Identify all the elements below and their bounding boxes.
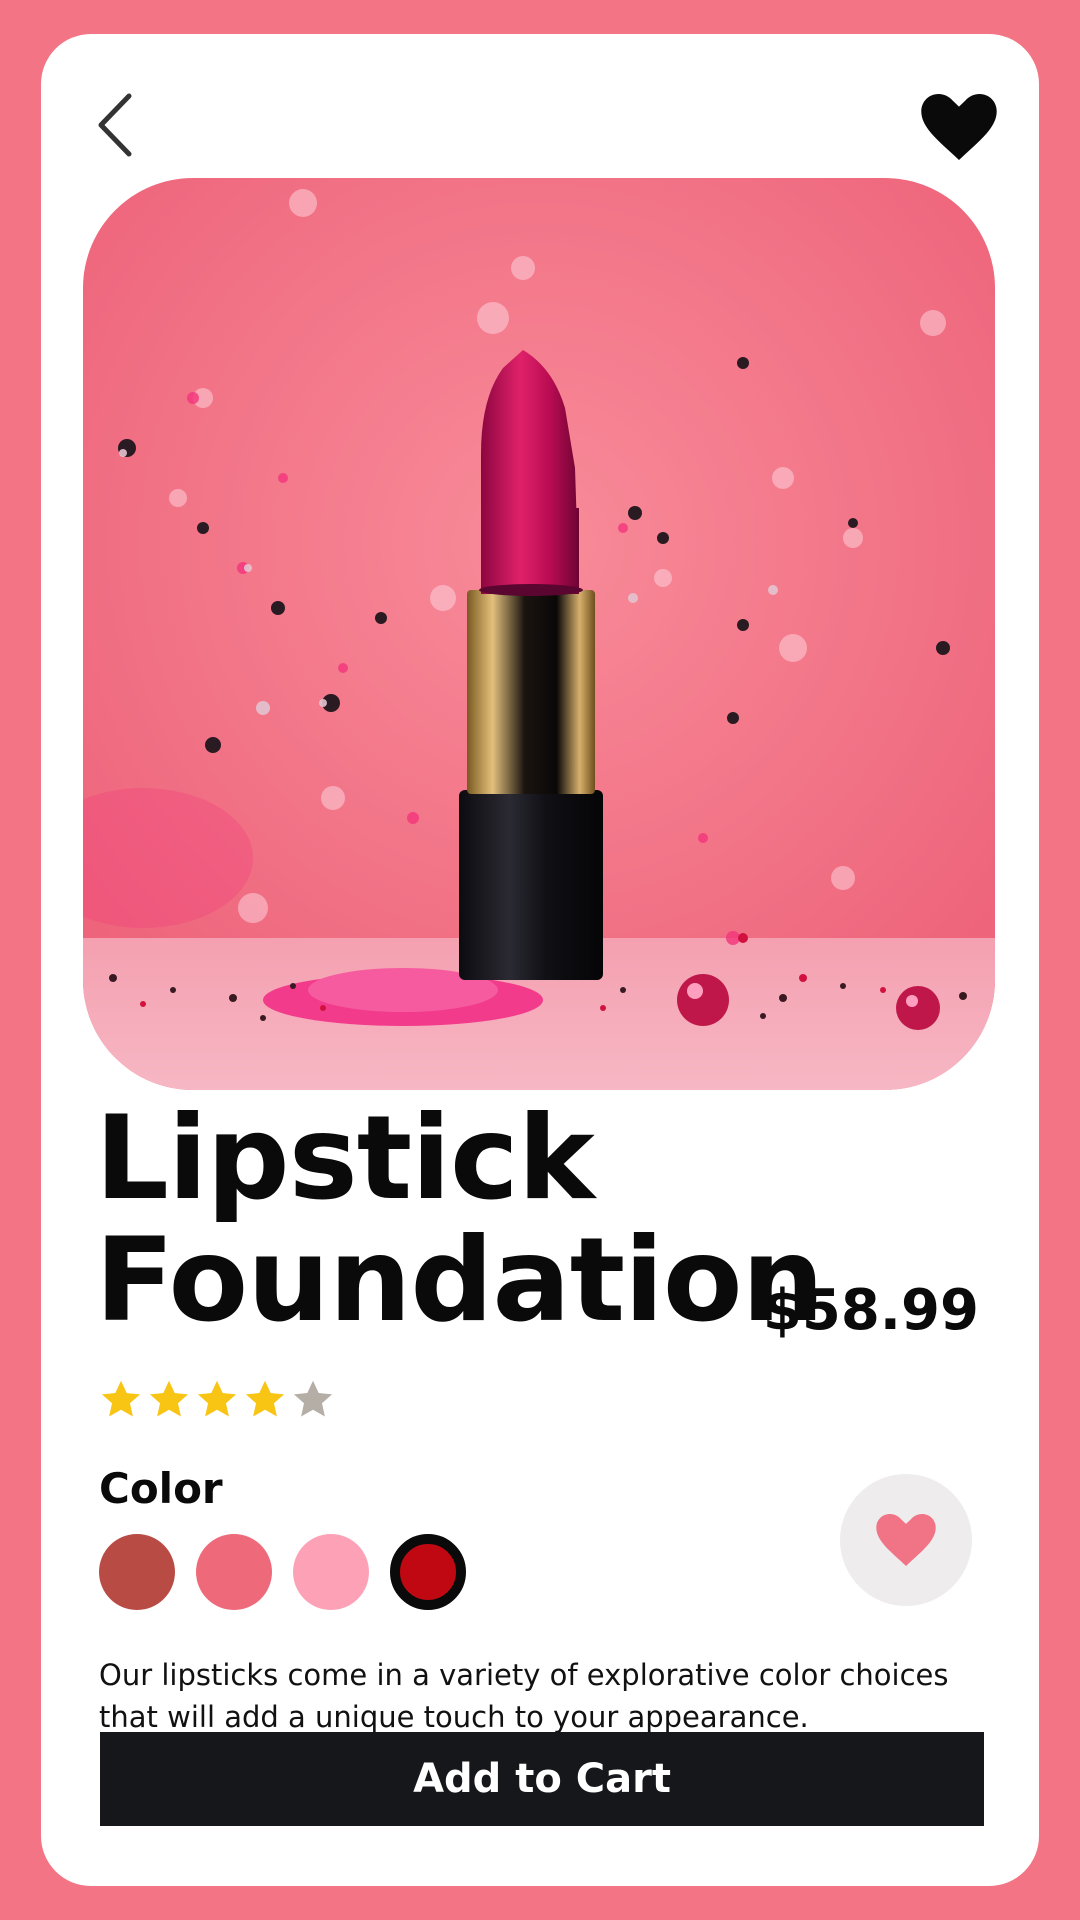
- back-button[interactable]: [85, 88, 149, 162]
- product-image: [83, 178, 995, 1090]
- like-button[interactable]: [840, 1474, 972, 1606]
- star-filled-icon: [197, 1380, 237, 1417]
- product-card: Lipstick Foundation $58.99 Color Our lip…: [41, 34, 1039, 1886]
- add-to-cart-button[interactable]: Add to Cart: [100, 1732, 984, 1826]
- product-title-line-1: Lipstick: [95, 1091, 595, 1226]
- color-swatches: [99, 1534, 466, 1610]
- color-swatch-4[interactable]: [390, 1534, 466, 1610]
- star-filled-icon: [149, 1380, 189, 1417]
- color-swatch-1[interactable]: [99, 1534, 175, 1610]
- chevron-left-icon: [98, 93, 132, 157]
- product-title-line-2: Foundation: [95, 1213, 824, 1348]
- star-filled-icon: [245, 1380, 285, 1417]
- color-swatch-2[interactable]: [196, 1534, 272, 1610]
- star-empty-icon: [293, 1380, 333, 1417]
- star-filled-icon: [101, 1380, 141, 1417]
- product-description: Our lipsticks come in a variety of explo…: [99, 1658, 949, 1734]
- rating-stars: [99, 1378, 335, 1422]
- heart-icon: [921, 94, 997, 160]
- product-price: $58.99: [762, 1278, 979, 1343]
- color-label: Color: [99, 1464, 223, 1513]
- color-swatch-3[interactable]: [293, 1534, 369, 1610]
- heart-icon: [876, 1514, 936, 1566]
- favorite-button[interactable]: [921, 94, 997, 160]
- product-title: Lipstick Foundation: [95, 1091, 824, 1348]
